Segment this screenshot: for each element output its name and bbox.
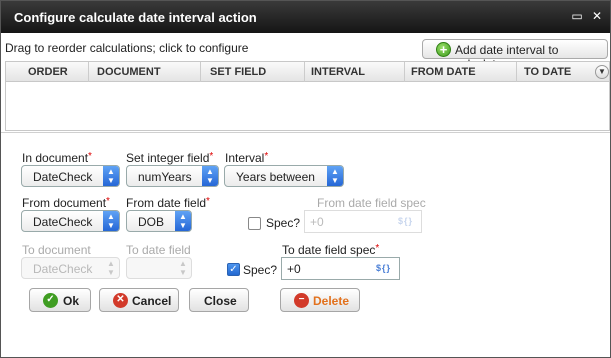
cancel-button[interactable]: ✕ Cancel <box>99 288 179 312</box>
in-document-select[interactable]: DateCheck ▲ ▼ <box>21 165 120 187</box>
to-document-select[interactable]: DateCheck ▲ ▼ <box>21 257 120 279</box>
to-date-field-spec-value: +0 <box>287 262 301 276</box>
to-date-field-spec-input[interactable]: +0 ${} <box>281 257 400 280</box>
from-spec-checkbox[interactable] <box>248 217 261 230</box>
to-date-field-select[interactable]: ▲ ▼ <box>126 257 192 279</box>
dialog-title: Configure calculate date interval action <box>14 10 257 25</box>
section-divider <box>1 132 610 133</box>
to-document-label: To document <box>22 243 91 257</box>
chevron-updown-icon: ▲ ▼ <box>202 166 218 186</box>
from-spec-checkbox-label: Spec? <box>266 216 301 230</box>
close-icon[interactable]: ✕ <box>591 10 603 22</box>
from-date-field-value: DOB <box>138 215 165 229</box>
from-date-field-spec-input[interactable]: +0 ${} <box>304 210 422 233</box>
to-spec-checkbox-label: Spec? <box>243 263 278 277</box>
to-document-value: DateCheck <box>33 262 93 276</box>
set-integer-field-value: numYears <box>138 170 192 184</box>
interval-label: Interval* <box>225 151 269 165</box>
chevron-updown-icon: ▲ ▼ <box>327 166 343 186</box>
title-bar: Configure calculate date interval action… <box>1 1 610 33</box>
set-integer-field-select[interactable]: numYears ▲ ▼ <box>126 165 219 187</box>
cancel-icon: ✕ <box>113 293 128 308</box>
column-menu-icon[interactable]: ▼ <box>595 65 609 79</box>
chevron-updown-icon: ▲ ▼ <box>179 259 187 277</box>
in-document-value: DateCheck <box>33 170 93 184</box>
delete-icon: − <box>294 293 309 308</box>
from-date-field-spec-label: From date field spec <box>317 196 426 210</box>
from-date-field-select[interactable]: DOB ▲ ▼ <box>126 210 192 232</box>
column-header-document[interactable]: DOCUMENT <box>89 62 201 82</box>
in-document-label: In document* <box>22 151 92 165</box>
cancel-button-label: Cancel <box>132 294 172 308</box>
reorder-hint: Drag to reorder calculations; click to c… <box>5 41 249 55</box>
to-date-field-label: To date field <box>126 243 191 257</box>
column-header-order[interactable]: ORDER <box>6 62 89 82</box>
delete-button[interactable]: − Delete <box>280 288 360 312</box>
add-date-interval-button[interactable]: + Add date interval to calculate <box>422 39 608 71</box>
from-document-label: From document* <box>22 196 110 210</box>
delete-button-label: Delete <box>313 294 350 308</box>
grid-header: ORDER DOCUMENT SET FIELD INTERVAL FROM D… <box>6 62 609 82</box>
expression-icon[interactable]: ${} <box>398 216 413 226</box>
maximize-icon[interactable]: ▭ <box>571 10 583 22</box>
to-date-field-spec-label: To date field spec* <box>282 243 380 257</box>
column-header-from-date[interactable]: FROM DATE <box>405 62 517 82</box>
checkmark-icon: ✓ <box>43 293 58 308</box>
from-document-select[interactable]: DateCheck ▲ ▼ <box>21 210 120 232</box>
close-button[interactable]: Close <box>189 288 249 312</box>
close-button-label: Close <box>204 294 237 308</box>
plus-circle-icon: + <box>436 42 451 57</box>
from-date-field-spec-placeholder: +0 <box>310 215 324 229</box>
interval-value: Years between <box>236 170 315 184</box>
column-header-set-field[interactable]: SET FIELD <box>201 62 305 82</box>
calculations-grid[interactable]: ORDER DOCUMENT SET FIELD INTERVAL FROM D… <box>5 61 610 131</box>
expression-icon[interactable]: ${} <box>376 263 391 273</box>
column-header-interval[interactable]: INTERVAL <box>305 62 405 82</box>
dialog-window: Configure calculate date interval action… <box>0 0 611 358</box>
from-document-value: DateCheck <box>33 215 93 229</box>
chevron-updown-icon: ▲ ▼ <box>103 166 119 186</box>
chevron-updown-icon: ▲ ▼ <box>175 211 191 231</box>
interval-select[interactable]: Years between ▲ ▼ <box>224 165 344 187</box>
ok-button-label: Ok <box>63 294 80 308</box>
chevron-updown-icon: ▲ ▼ <box>107 259 115 277</box>
set-integer-field-label: Set integer field* <box>126 151 214 165</box>
ok-button[interactable]: ✓ Ok <box>29 288 91 312</box>
to-spec-checkbox[interactable]: ✓ <box>227 263 240 276</box>
from-date-field-label: From date field* <box>126 196 210 210</box>
chevron-updown-icon: ▲ ▼ <box>103 211 119 231</box>
